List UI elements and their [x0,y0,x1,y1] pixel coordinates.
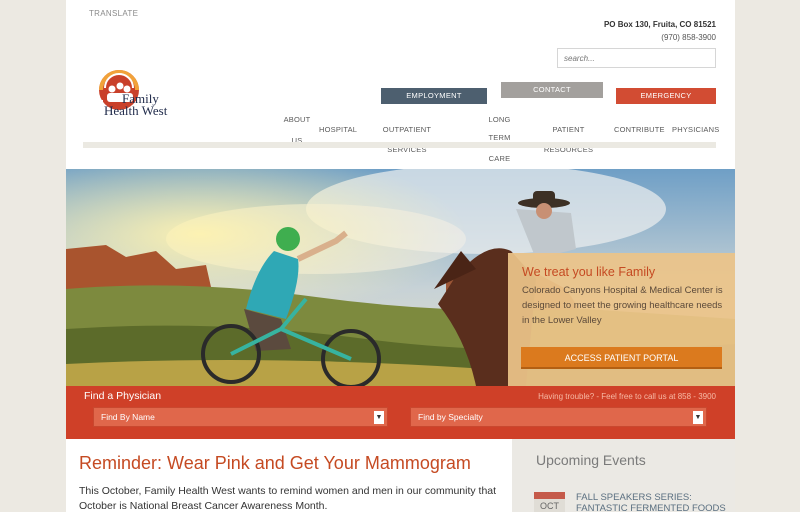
nav-contribute[interactable]: CONTRIBUTE [614,120,665,140]
calendar-month: OCT [534,499,565,512]
hero-description: Colorado Canyons Hospital & Medical Cent… [522,285,723,326]
calendar-header [534,492,565,499]
nav-about-line1: ABOUT [283,115,311,124]
events-heading: Upcoming Events [536,452,646,468]
access-patient-portal-button[interactable]: ACCESS PATIENT PORTAL [521,347,722,369]
find-by-specialty-select[interactable]: Find by Specialty ▼ [410,407,707,427]
nav-longterm-line2: CARE [488,154,511,163]
chevron-down-icon: ▼ [374,411,384,424]
hero-title: We treat you like Family [522,265,656,279]
nav-divider [83,142,716,148]
nav-physicians[interactable]: PHYSICIANS [672,120,719,140]
event-title-line1: FALL SPEAKERS SERIES: [576,492,692,503]
find-physician-help: Having trouble? - Feel free to call us a… [538,392,716,401]
emergency-button[interactable]: EMERGENCY [616,88,716,104]
page-container: TRANSLATE PO Box 130, Fruita, CO 81521 (… [66,0,735,512]
calendar-date-badge: OCT [534,492,565,512]
nav-about-line2: US [291,136,303,145]
event-title[interactable]: FALL SPEAKERS SERIES: FANTASTIC FERMENTE… [576,492,726,512]
find-physician-title: Find a Physician [84,390,162,402]
content-area: Reminder: Wear Pink and Get Your Mammogr… [66,439,735,512]
contact-address: PO Box 130, Fruita, CO 81521 (970) 858-3… [604,18,716,44]
events-sidebar: Upcoming Events OCT FALL SPEAKERS SERIES… [512,439,735,512]
hero-banner: We treat you like Family Colorado Canyon… [66,169,735,386]
nav-patient-resources[interactable]: PATIENT RESOURCES [531,120,606,160]
find-physician-bar: Find a Physician Having trouble? - Feel … [66,386,735,439]
nav-hospital[interactable]: HOSPITAL [319,120,357,140]
translate-link[interactable]: TRANSLATE [89,9,138,18]
contact-button[interactable]: CONTACT [501,82,603,98]
article-heading[interactable]: Reminder: Wear Pink and Get Your Mammogr… [79,453,471,474]
address-text: PO Box 130, Fruita, CO 81521 [603,20,716,29]
nav-long-term-care[interactable]: LONG TERM CARE [477,111,522,171]
event-title-line2: FANTASTIC FERMENTED FOODS [576,503,726,512]
find-by-name-label: Find By Name [101,412,155,422]
article-paragraph: This October, Family Health West wants t… [79,485,497,512]
find-by-specialty-label: Find by Specialty [418,412,483,422]
find-by-name-select[interactable]: Find By Name ▼ [93,407,388,427]
employment-button[interactable]: EMPLOYMENT [381,88,487,104]
hero-info-panel: We treat you like Family Colorado Canyon… [508,253,735,386]
search-input[interactable] [557,48,716,68]
chevron-down-icon: ▼ [693,411,703,424]
nav-outpatient-services[interactable]: OUTPATIENT SERVICES [366,120,448,160]
phone-text: (970) 858-3900 [661,33,716,42]
